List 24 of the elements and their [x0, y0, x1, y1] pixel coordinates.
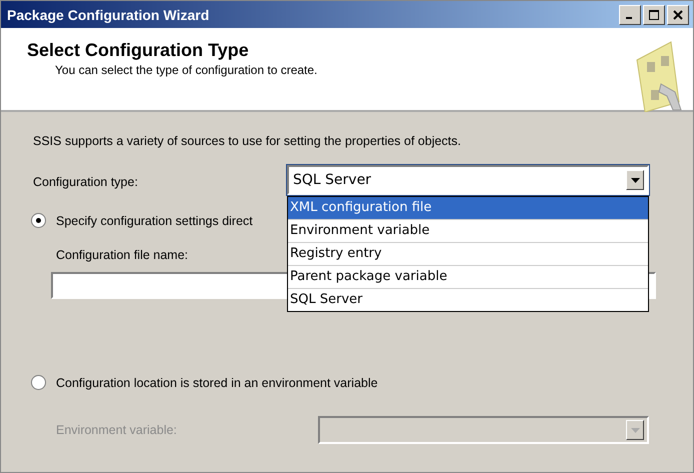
- radio-button[interactable]: [31, 213, 46, 228]
- dropdown-option[interactable]: Parent package variable: [288, 266, 648, 289]
- window-title: Package Configuration Wizard: [7, 6, 210, 22]
- configuration-type-dropdown[interactable]: SQL Server: [287, 165, 649, 195]
- maximize-button[interactable]: [643, 4, 665, 24]
- configuration-type-label: Configuration type:: [33, 175, 139, 189]
- dropdown-option[interactable]: SQL Server: [288, 289, 648, 311]
- minimize-icon: [626, 17, 632, 19]
- maximize-icon: [649, 10, 659, 20]
- radio-button[interactable]: [31, 375, 46, 390]
- page-subtitle: You can select the type of configuration to create.: [55, 63, 318, 77]
- minimize-button[interactable]: [619, 4, 641, 24]
- field-label: Configuration file name:: [56, 248, 188, 262]
- dropdown-option[interactable]: XML configuration file: [288, 197, 648, 220]
- environment-variable-dropdown[interactable]: [318, 416, 649, 444]
- close-button[interactable]: [667, 4, 689, 24]
- close-icon: [673, 10, 683, 20]
- description-text: SSIS supports a variety of sources to use for setting the properties of objects.: [33, 134, 462, 148]
- radio-label[interactable]: Configuration location is stored in an environment variable: [56, 376, 378, 390]
- page-title: Select Configuration Type: [27, 40, 250, 61]
- field-label: Environment variable:: [56, 423, 178, 437]
- radio-label[interactable]: Specify configuration settings direct: [56, 214, 253, 228]
- dropdown-option[interactable]: Registry entry: [288, 243, 648, 266]
- dropdown-option[interactable]: Environment variable: [288, 220, 648, 243]
